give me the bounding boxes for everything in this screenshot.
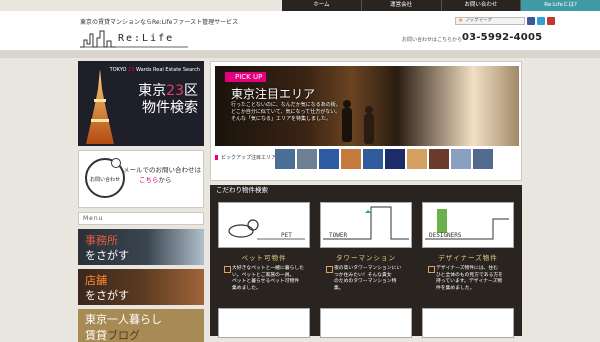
card-description: デザイナーズ物件には、住む ひと全体のもの見方である方を 持っています。デザイナ… (428, 266, 510, 292)
nav-company[interactable]: 運営会社 (360, 0, 441, 11)
contact-line2: こちらから (139, 176, 172, 184)
nav-about[interactable]: Re:Lifeとは? (520, 0, 600, 11)
menu-banner-office[interactable]: 事務所 をさがす (78, 229, 204, 265)
banner-title-line2: 物件検索 (142, 100, 198, 116)
social-icons (527, 17, 555, 25)
main-content: PICK UP 東京注目エリア 行ったことないのに、なんだか気になるあの街。 ど… (210, 61, 522, 338)
card-title: デザイナーズ物件 (438, 254, 498, 262)
card-title: タワーマンション (336, 254, 396, 262)
svg-text:DESIGNERS: DESIGNERS (429, 232, 462, 239)
hero-image[interactable]: PICK UP 東京注目エリア 行ったことないのに、なんだか気になるあの街。 ど… (215, 66, 519, 146)
top-nav: ホーム 運営会社 お問い合わせ Re:Lifeとは? (282, 0, 600, 11)
site-tagline: 東京の賃貸マンションならRe:Lifeファースト管理サービス (80, 19, 239, 26)
bookmark-button[interactable]: ★ ブックマーク (455, 17, 525, 25)
site-header: 東京の賃貸マンションならRe:Lifeファースト管理サービス Re:Life ★… (0, 11, 600, 50)
card-description: 夜の高いタワーマンションにい つか住みたい！そんな貴女 のためのタワーマンション… (326, 266, 408, 292)
menu-banner-blog[interactable]: 東京一人暮らし 賃貸ブログ (78, 309, 204, 342)
search-card-pet[interactable]: PET ペット可物件 大好きなペットと一緒に暮らした い。ペットとご家族の一員。… (216, 202, 312, 291)
menu-banner-shop[interactable]: 店舗 をさがす (78, 269, 204, 305)
area-thumbnail[interactable] (297, 149, 317, 169)
tower-icon: TOWER (320, 202, 412, 248)
pet-icon: PET (218, 202, 310, 248)
tokyo-tower-icon (86, 69, 114, 144)
hero-description: 行ったことないのに、なんだか気になるあの街。 どこか自分に似ていて、気になって仕… (231, 102, 341, 122)
area-thumbnail[interactable] (341, 149, 361, 169)
contact-line1: メールでのお問い合わせは (123, 166, 201, 174)
area-thumbnail[interactable] (363, 149, 383, 169)
area-thumbnail[interactable] (473, 149, 493, 169)
contact-box[interactable]: お問い合わせ メールでのお問い合わせは こちらから (78, 150, 204, 208)
logo-text[interactable]: Re:Life (118, 33, 174, 44)
area-thumbnail[interactable] (319, 149, 339, 169)
designers-icon: DESIGNERS (422, 202, 514, 248)
menu-heading: Menu (78, 212, 204, 225)
pickup-area-label: ピックアップ注目エリア (215, 154, 276, 161)
area-thumbnail[interactable] (407, 149, 427, 169)
area-thumbnail[interactable] (451, 149, 471, 169)
star-icon: ★ (458, 17, 464, 24)
contact-link[interactable]: こちら (139, 176, 159, 184)
special-search-grid: PET ペット可物件 大好きなペットと一緒に暮らした い。ペットとご家族の一員。… (210, 196, 522, 338)
nav-home[interactable]: ホーム (282, 0, 361, 11)
phone-number[interactable]: 03-5992-4005 (462, 32, 542, 43)
svg-text:TOWER: TOWER (329, 232, 347, 239)
mail-contact-icon: お問い合わせ (85, 158, 125, 198)
search-card-tower[interactable]: TOWER タワーマンション 夜の高いタワーマンションにい つか住みたい！そんな… (318, 202, 414, 291)
svg-text:PET: PET (281, 232, 292, 239)
social-share-icon[interactable] (527, 17, 535, 25)
pickup-badge: PICK UP (225, 72, 267, 82)
card-title: ペット可物件 (241, 254, 287, 262)
area-thumbnail[interactable] (429, 149, 449, 169)
card-description: 大好きなペットと一緒に暮らした い。ペットとご家族の一員。 ペットと暮らせるペッ… (224, 266, 306, 292)
tokyo-23-search-banner[interactable]: TOKYO 23 Wards Real Estate Search 東京23区 … (78, 61, 204, 146)
area-thumbnail[interactable] (385, 149, 405, 169)
nav-contact[interactable]: お問い合わせ (440, 0, 521, 11)
area-thumbnail[interactable] (275, 149, 295, 169)
social-bookmark-icon[interactable] (537, 17, 545, 25)
search-card-designers[interactable]: DESIGNERS デザイナーズ物件 デザイナーズ物件には、住む ひと全体のもの… (420, 202, 516, 291)
banner-subtitle: TOKYO 23 Wards Real Estate Search (109, 67, 200, 73)
phone-label: お問い合わせはこちらから (402, 37, 463, 43)
bookmark-label: ブックマーク (465, 18, 492, 23)
hero-title[interactable]: 東京注目エリア (231, 85, 315, 102)
special-search-heading: こだわり物件検索 (210, 185, 522, 196)
search-card-more[interactable] (218, 308, 310, 338)
search-card-more[interactable] (320, 308, 412, 338)
pickup-hero: PICK UP 東京注目エリア 行ったことないのに、なんだか気になるあの街。 ど… (210, 61, 522, 181)
area-thumbnails (275, 149, 493, 169)
social-feed-icon[interactable] (547, 17, 555, 25)
right-margin (528, 61, 600, 342)
header-divider (0, 50, 600, 58)
search-card-more[interactable] (422, 308, 514, 338)
left-sidebar: TOKYO 23 Wards Real Estate Search 東京23区 … (78, 61, 204, 342)
